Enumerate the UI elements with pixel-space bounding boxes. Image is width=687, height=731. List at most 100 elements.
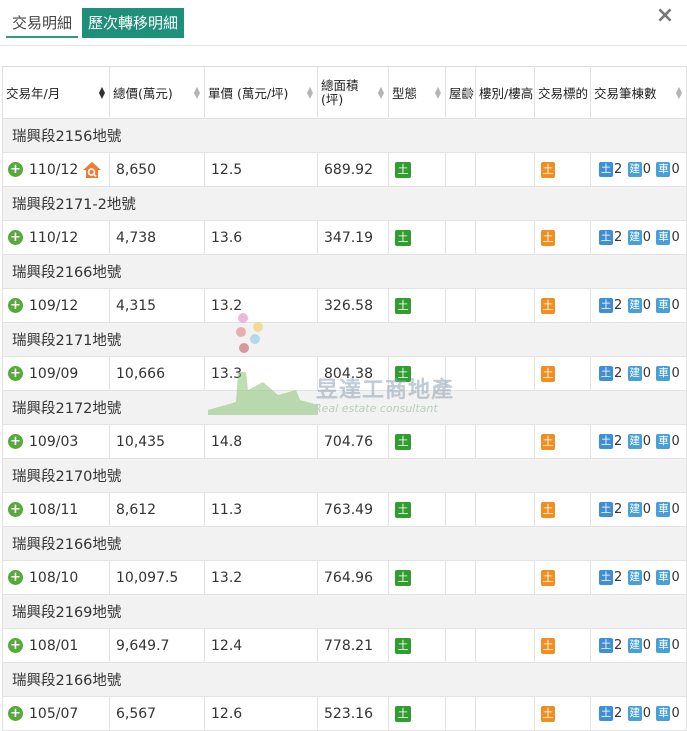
land-type-badge: 土 [395,297,411,314]
target-land-badge: 土 [541,501,555,518]
cell-unit-price: 13.6 [204,220,318,255]
building-count-badge: 建 [627,502,642,517]
building-count-badge: 建 [627,434,642,449]
cell-total-price: 10,666 [109,356,205,391]
expand-plus-icon[interactable]: + [8,298,23,313]
cell-count: 土2 建0 車0 [590,152,687,187]
house-search-icon[interactable] [82,161,102,179]
cell-count: 土2 建0 車0 [590,560,687,595]
col-header-count[interactable]: 交易筆棟數 ▲ ▼ [590,66,687,119]
cell-date: +109/09 [2,356,110,391]
col-header-total-price[interactable]: 總價(萬元) ▲ ▼ [109,66,205,119]
expand-plus-icon[interactable]: + [8,570,23,585]
sort-icon: ▲ ▼ [377,84,384,100]
cell-floor [475,492,535,527]
tab-bar: 交易明細 歷次轉移明細 × [0,0,687,46]
cell-date: +108/01 [2,628,110,663]
sort-icon: ▲ ▼ [464,84,471,100]
expand-plus-icon[interactable]: + [8,638,23,653]
expand-plus-icon[interactable]: + [8,366,23,381]
land-type-badge: 土 [395,161,411,178]
sort-icon: ▲ ▼ [193,84,200,100]
cell-target: 土 [534,560,591,595]
tab-transaction-detail[interactable]: 交易明細 [6,8,79,38]
parking-count-badge: 車 [656,366,671,381]
cell-age [445,492,476,527]
cell-area: 764.96 [317,560,389,595]
cell-unit-price: 11.3 [204,492,318,527]
building-count-badge: 建 [627,366,642,381]
land-type-badge: 土 [395,229,411,246]
cell-age [445,356,476,391]
cell-type: 土 [388,424,446,459]
parcel-name: 瑞興段2166地號 [2,254,687,289]
table-row: +110/12 4,738 13.6 347.19 土 土 土2 建0 車0 [2,220,687,255]
col-header-area[interactable]: 總面積 (坪) ▲ ▼ [317,66,389,119]
target-land-badge: 土 [541,433,555,450]
building-count-badge: 建 [627,298,642,313]
cell-unit-price: 12.4 [204,628,318,663]
land-count-badge: 土 [599,366,613,381]
building-count-badge: 建 [627,230,642,245]
target-land-badge: 土 [541,365,555,382]
cell-target: 土 [534,220,591,255]
cell-date: +105/07 [2,696,110,731]
table-row: +109/12 4,315 13.2 326.58 土 土 土2 建0 車0 [2,288,687,323]
table-header-row: 交易年/月 ▲ ▼ 總價(萬元) ▲ ▼ 單價 (萬元/坪) ▲ ▼ 總面積 (坪) ▲ ▼ 型態… [2,66,687,119]
sort-icon: ▲ ▼ [675,84,682,100]
group-row: 瑞興段2169地號 [2,594,687,629]
cell-total-price: 8,612 [109,492,205,527]
land-count-badge: 土 [599,706,613,721]
cell-target: 土 [534,424,591,459]
land-count-badge: 土 [599,298,613,313]
cell-date: +109/12 [2,288,110,323]
cell-type: 土 [388,560,446,595]
target-land-badge: 土 [541,161,555,178]
group-row: 瑞興段2171地號 [2,322,687,357]
cell-total-price: 10,435 [109,424,205,459]
tab-transfer-history[interactable]: 歷次轉移明細 [82,8,185,38]
cell-total-price: 4,738 [109,220,205,255]
cell-unit-price: 13.3 [204,356,318,391]
close-icon[interactable]: × [653,4,677,28]
col-header-date[interactable]: 交易年/月 ▲ ▼ [2,66,110,119]
col-header-target: 交易標的 [534,66,591,119]
land-type-badge: 土 [395,365,411,382]
expand-plus-icon[interactable]: + [8,706,23,721]
cell-target: 土 [534,696,591,731]
expand-plus-icon[interactable]: + [8,502,23,517]
land-count-badge: 土 [599,162,613,177]
cell-unit-price: 13.2 [204,560,318,595]
parking-count-badge: 車 [656,570,671,585]
building-count-badge: 建 [627,570,642,585]
cell-count: 土2 建0 車0 [590,220,687,255]
cell-total-price: 10,097.5 [109,560,205,595]
cell-area: 523.16 [317,696,389,731]
cell-unit-price: 13.2 [204,288,318,323]
cell-floor [475,356,535,391]
parking-count-badge: 車 [656,162,671,177]
table-row: +108/11 8,612 11.3 763.49 土 土 土2 建0 車0 [2,492,687,527]
cell-type: 土 [388,220,446,255]
cell-type: 土 [388,152,446,187]
cell-total-price: 9,649.7 [109,628,205,663]
target-land-badge: 土 [541,569,555,586]
land-type-badge: 土 [395,501,411,518]
parcel-name: 瑞興段2171-2地號 [2,186,687,221]
col-header-age[interactable]: 屋齡 ▲ ▼ [445,66,476,119]
cell-target: 土 [534,492,591,527]
parking-count-badge: 車 [656,638,671,653]
parcel-name: 瑞興段2169地號 [2,594,687,629]
cell-age [445,560,476,595]
group-row: 瑞興段2166地號 [2,662,687,697]
parking-count-badge: 車 [656,298,671,313]
land-count-badge: 土 [599,502,613,517]
col-header-unit-price[interactable]: 單價 (萬元/坪) ▲ ▼ [204,66,318,119]
expand-plus-icon[interactable]: + [8,230,23,245]
expand-plus-icon[interactable]: + [8,162,23,177]
expand-plus-icon[interactable]: + [8,434,23,449]
col-header-type[interactable]: 型態 ▲ ▼ [388,66,446,119]
cell-type: 土 [388,492,446,527]
group-row: 瑞興段2166地號 [2,526,687,561]
parcel-name: 瑞興段2166地號 [2,662,687,697]
